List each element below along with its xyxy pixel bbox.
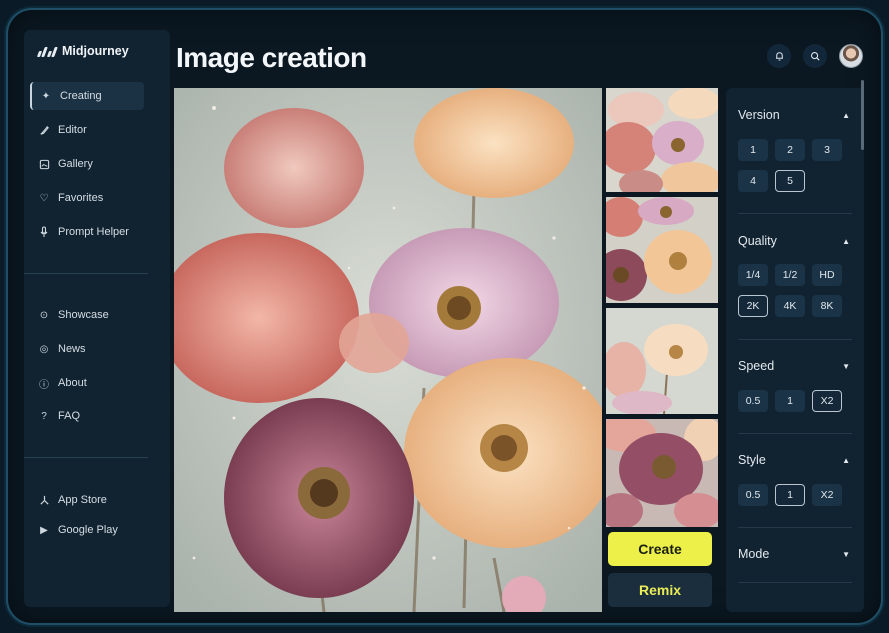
google-play-icon: ▶ [40, 524, 48, 536]
sidebar-item-google-play[interactable]: ▶ Google Play [30, 516, 144, 544]
quality-option-quarter[interactable]: 1/4 [738, 264, 768, 286]
settings-scrollbar[interactable] [861, 80, 864, 150]
news-icon: ◎ [39, 343, 49, 355]
version-section-header[interactable]: Version ▲ [738, 108, 850, 122]
section-divider [738, 433, 852, 434]
sidebar-item-about[interactable]: ⓘ About [30, 369, 144, 397]
style-option-1[interactable]: 1 [775, 484, 805, 506]
sidebar-item-showcase[interactable]: ⊙ Showcase [30, 301, 144, 329]
sidebar-item-favorites[interactable]: ♡ Favorites [30, 184, 144, 212]
sidebar-item-label: Creating [60, 90, 102, 102]
speed-option-x2[interactable]: X2 [812, 390, 842, 412]
sidebar-item-label: About [58, 377, 87, 389]
brand[interactable]: Midjourney [36, 44, 129, 58]
caret-down-icon: ▼ [842, 361, 850, 371]
showcase-icon: ⊙ [39, 309, 49, 321]
notifications-button[interactable] [767, 44, 791, 68]
sidebar-item-news[interactable]: ◎ News [30, 335, 144, 363]
flower-bouquet-image [174, 88, 602, 612]
sidebar-item-label: Editor [58, 124, 87, 136]
variation-thumbnail-1[interactable] [606, 88, 718, 192]
sidebar-item-label: FAQ [58, 410, 81, 422]
heart-icon: ♡ [39, 192, 49, 204]
sidebar-item-creating[interactable]: ✦ Creating [30, 82, 144, 110]
version-option-5[interactable]: 5 [775, 170, 805, 192]
section-divider [738, 339, 852, 340]
sidebar-divider [24, 273, 148, 274]
quality-option-2k[interactable]: 2K [738, 295, 768, 317]
sidebar-item-label: App Store [58, 494, 107, 506]
mode-section-header[interactable]: Mode ▼ [738, 547, 850, 561]
style-option-x2[interactable]: X2 [812, 484, 842, 506]
app-window: Midjourney ✦ Creating Editor Gallery ♡ F… [6, 8, 883, 625]
sidebar: Midjourney ✦ Creating Editor Gallery ♡ F… [24, 30, 170, 607]
sidebar-item-label: Showcase [58, 309, 109, 321]
sparkle-icon: ✦ [41, 90, 51, 102]
version-option-1[interactable]: 1 [738, 139, 768, 161]
sidebar-item-label: Google Play [58, 524, 118, 536]
flower-thumbnail-image [606, 308, 718, 414]
search-icon [810, 51, 820, 61]
style-label: Style [738, 453, 766, 467]
quality-option-hd[interactable]: HD [812, 264, 842, 286]
question-icon: ? [41, 410, 47, 422]
section-divider [738, 527, 852, 528]
variation-thumbnail-2[interactable] [606, 197, 718, 303]
flower-thumbnail-image [606, 88, 718, 192]
style-section-header[interactable]: Style ▲ [738, 453, 850, 467]
variation-thumbnail-4[interactable] [606, 419, 718, 527]
sidebar-item-label: Prompt Helper [58, 226, 129, 238]
quality-option-8k[interactable]: 8K [812, 295, 842, 317]
page-title: Image creation [176, 42, 367, 73]
sidebar-item-label: Gallery [58, 158, 93, 170]
version-option-3[interactable]: 3 [812, 139, 842, 161]
version-option-4[interactable]: 4 [738, 170, 768, 192]
remix-button[interactable]: Remix [608, 573, 712, 607]
quality-option-4k[interactable]: 4K [775, 295, 805, 317]
caret-up-icon: ▲ [842, 236, 850, 246]
sidebar-item-label: Favorites [58, 192, 104, 204]
caret-down-icon: ▼ [842, 549, 850, 559]
top-toolbar [767, 44, 863, 68]
generated-image-main[interactable] [174, 88, 602, 612]
speed-section-header[interactable]: Speed ▼ [738, 359, 850, 373]
speed-option-half[interactable]: 0.5 [738, 390, 768, 412]
midjourney-logo-icon [36, 45, 58, 57]
speed-label: Speed [738, 359, 775, 373]
settings-panel: Version ▲ 1 2 3 4 5 Quality ▲ 1/4 1/2 HD… [726, 88, 864, 612]
bell-icon [775, 52, 783, 61]
style-option-half[interactable]: 0.5 [738, 484, 768, 506]
user-avatar[interactable] [839, 44, 863, 68]
flower-thumbnail-image [606, 419, 718, 527]
sidebar-item-editor[interactable]: Editor [30, 116, 144, 144]
flower-thumbnail-image [606, 197, 718, 303]
brush-icon [38, 124, 50, 136]
sidebar-item-prompt-helper[interactable]: Prompt Helper [30, 218, 144, 246]
caret-up-icon: ▲ [842, 110, 850, 120]
sidebar-item-faq[interactable]: ? FAQ [30, 402, 144, 430]
sidebar-item-gallery[interactable]: Gallery [30, 150, 144, 178]
caret-up-icon: ▲ [842, 455, 850, 465]
app-store-icon [38, 494, 50, 506]
create-button[interactable]: Create [608, 532, 712, 566]
variation-thumbnail-3[interactable] [606, 308, 718, 414]
brand-name: Midjourney [62, 44, 129, 58]
microphone-icon [38, 226, 50, 238]
quality-section-header[interactable]: Quality ▲ [738, 234, 850, 248]
version-option-2[interactable]: 2 [775, 139, 805, 161]
sidebar-item-app-store[interactable]: App Store [30, 486, 144, 514]
gallery-icon [38, 158, 50, 170]
sidebar-item-label: News [58, 343, 86, 355]
quality-label: Quality [738, 234, 777, 248]
section-divider [738, 582, 852, 583]
quality-option-half[interactable]: 1/2 [775, 264, 805, 286]
section-divider [738, 213, 852, 214]
info-icon: ⓘ [39, 379, 49, 391]
speed-option-1[interactable]: 1 [775, 390, 805, 412]
search-button[interactable] [803, 44, 827, 68]
sidebar-divider [24, 457, 148, 458]
version-label: Version [738, 108, 780, 122]
mode-label: Mode [738, 547, 770, 561]
